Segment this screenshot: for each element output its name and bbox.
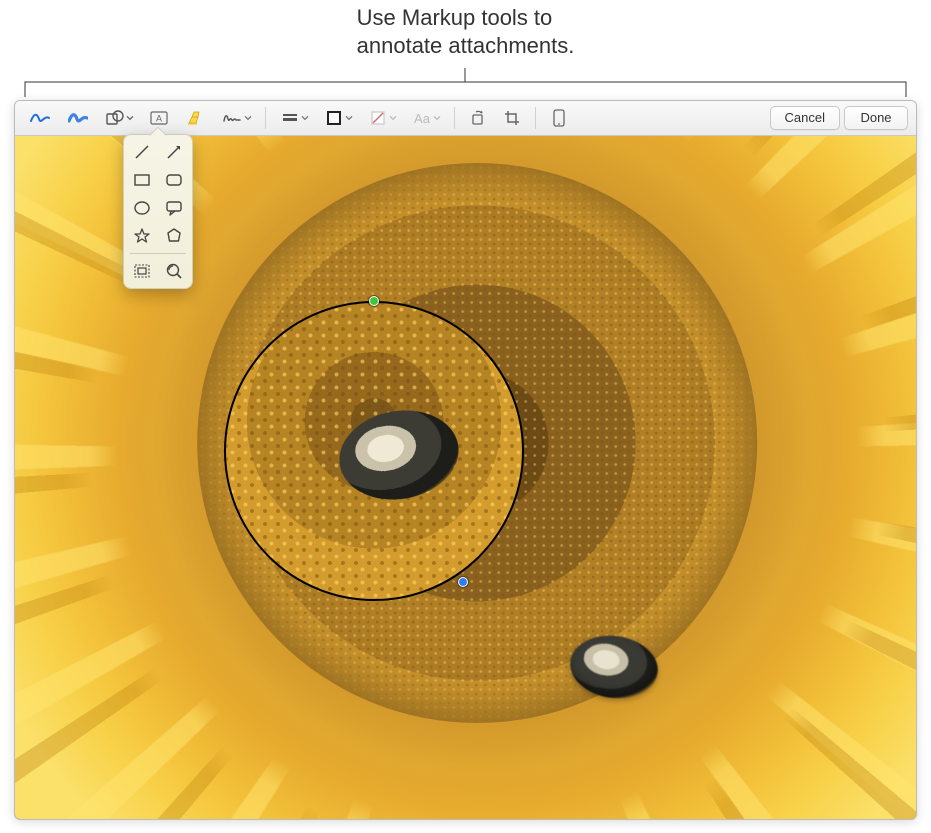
cancel-button[interactable]: Cancel xyxy=(770,106,840,130)
shape-oval[interactable] xyxy=(130,197,154,219)
chevron-down-icon xyxy=(433,115,441,121)
shape-star[interactable] xyxy=(130,225,154,247)
chevron-down-icon xyxy=(389,115,397,121)
loupe-resize-handle[interactable] xyxy=(369,296,379,306)
chevron-down-icon xyxy=(301,115,309,121)
loupe-ring xyxy=(224,301,524,601)
shape-style-icon xyxy=(282,112,298,124)
chevron-down-icon xyxy=(345,115,353,121)
shape-style-button[interactable] xyxy=(274,106,314,130)
annotation-caption: Use Markup tools to annotate attachments… xyxy=(0,0,931,100)
shape-rounded-rectangle[interactable] xyxy=(162,169,186,191)
text-icon: A xyxy=(150,111,168,125)
markup-toolbar: A xyxy=(15,101,916,136)
fill-color-button[interactable] xyxy=(362,106,402,130)
chevron-down-icon xyxy=(244,115,252,121)
sketch-button[interactable] xyxy=(23,106,57,130)
shape-loupe[interactable] xyxy=(162,260,186,282)
shapes-button[interactable] xyxy=(99,106,139,130)
done-label: Done xyxy=(860,110,891,125)
callout-bracket xyxy=(24,68,907,98)
rotate-button[interactable] xyxy=(463,106,493,130)
chevron-down-icon xyxy=(126,115,134,121)
device-button[interactable] xyxy=(544,106,574,130)
text-style-label: Aa xyxy=(414,111,430,126)
shape-line[interactable] xyxy=(130,141,154,163)
draw-button[interactable] xyxy=(61,106,95,130)
sign-button[interactable] xyxy=(215,106,257,130)
shape-mask[interactable] xyxy=(130,260,154,282)
loupe-magnify-handle[interactable] xyxy=(458,577,468,587)
shapes-popover xyxy=(123,134,193,289)
toolbar-separator xyxy=(535,107,536,129)
border-color-icon xyxy=(327,111,341,125)
rotate-icon xyxy=(470,110,486,126)
markup-window: A xyxy=(14,100,917,820)
shape-speech-bubble[interactable] xyxy=(162,197,186,219)
text-style-button[interactable]: Aa xyxy=(406,106,446,130)
device-icon xyxy=(553,109,565,127)
toolbar-separator xyxy=(454,107,455,129)
loupe-annotation[interactable] xyxy=(224,301,524,601)
highlight-button[interactable] xyxy=(179,106,211,130)
toolbar-separator xyxy=(265,107,266,129)
svg-text:A: A xyxy=(156,114,162,124)
shape-arrow[interactable] xyxy=(162,141,186,163)
caption-line1: Use Markup tools to xyxy=(357,5,553,30)
crop-icon xyxy=(504,110,520,126)
crop-button[interactable] xyxy=(497,106,527,130)
sketch-icon xyxy=(30,111,50,125)
sign-icon xyxy=(222,111,242,125)
text-button[interactable]: A xyxy=(143,106,175,130)
border-color-button[interactable] xyxy=(318,106,358,130)
cancel-label: Cancel xyxy=(785,110,825,125)
highlight-icon xyxy=(186,110,204,126)
shape-polygon[interactable] xyxy=(162,225,186,247)
done-button[interactable]: Done xyxy=(844,106,908,130)
fill-color-icon xyxy=(371,111,385,125)
shapes-icon xyxy=(106,110,124,126)
draw-icon xyxy=(68,111,88,125)
caption-line2: annotate attachments. xyxy=(357,33,575,58)
shape-rectangle[interactable] xyxy=(130,169,154,191)
